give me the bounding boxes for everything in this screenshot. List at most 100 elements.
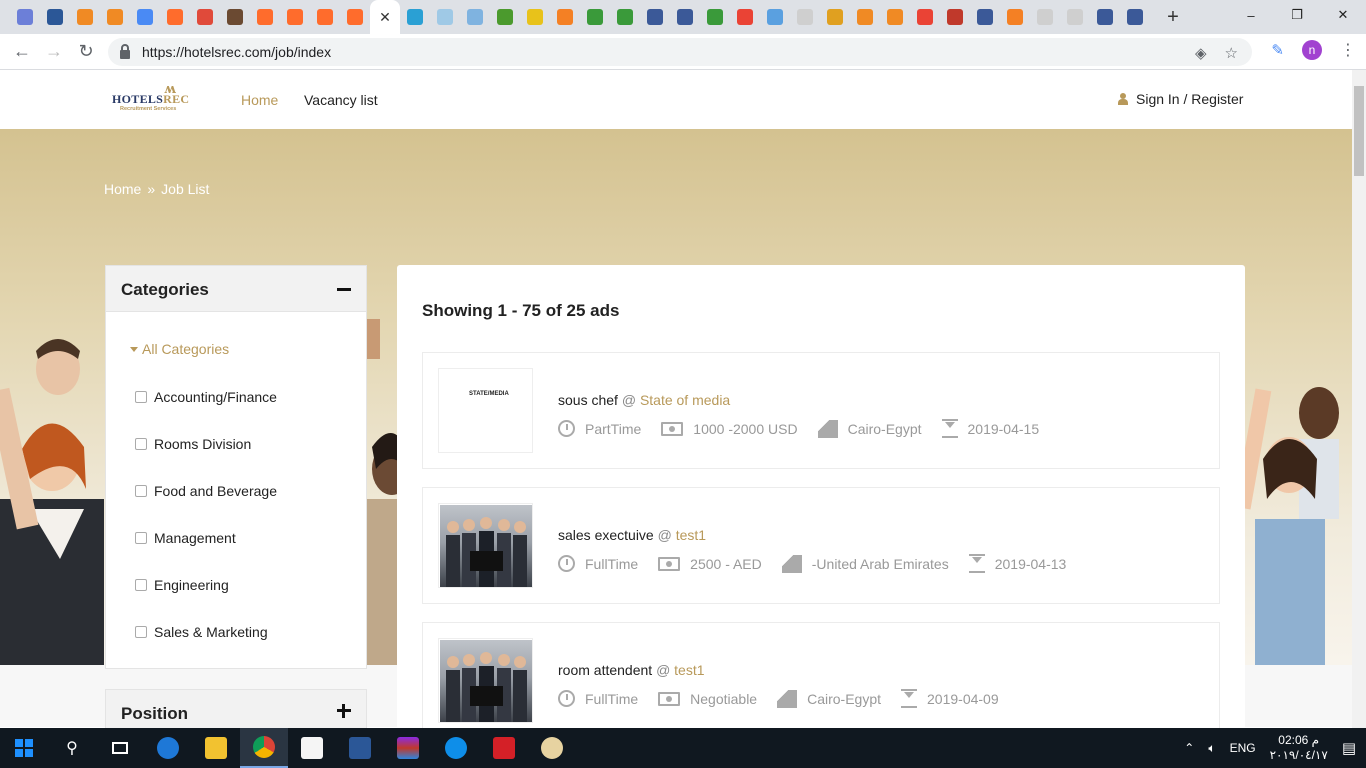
tab-stack-1[interactable] [550, 0, 580, 34]
category-rooms-division[interactable]: Rooms Division [135, 436, 251, 452]
tab-blue-doc[interactable] [460, 0, 490, 34]
job-card[interactable]: STATE/MEDIA sous chef @ State of media P… [422, 352, 1220, 469]
nav-vacancy-list[interactable]: Vacancy list [304, 92, 378, 108]
search-button[interactable]: ⚲ [48, 728, 96, 768]
category-food-beverage[interactable]: Food and Beverage [135, 483, 277, 499]
tab-doc-1[interactable] [790, 0, 820, 34]
tab-cw-1[interactable] [580, 0, 610, 34]
tab-orange-1[interactable] [70, 0, 100, 34]
menu-kebab-icon[interactable]: ⋮ [1340, 40, 1356, 60]
shield-icon[interactable]: ◈ [1195, 44, 1207, 62]
job-title[interactable]: sales exectuive [558, 527, 654, 543]
taskbar-teamviewer[interactable] [432, 728, 480, 768]
company-link[interactable]: test1 [674, 662, 704, 678]
job-title[interactable]: room attendent [558, 662, 652, 678]
tab-mail[interactable] [10, 0, 40, 34]
tab-yellow[interactable] [520, 0, 550, 34]
address-bar[interactable]: https://hotelsrec.com/job/index ◈ ☆ [108, 38, 1252, 66]
company-link[interactable]: test1 [676, 527, 706, 543]
tab-red[interactable] [190, 0, 220, 34]
tab-avatar[interactable] [220, 0, 250, 34]
language-indicator[interactable]: ENG [1230, 741, 1256, 755]
nav-home[interactable]: Home [241, 92, 278, 108]
tab-facebook-1[interactable] [640, 0, 670, 34]
category-checkbox[interactable] [135, 626, 147, 638]
site-logo[interactable]: ʍ HOTELSREC Recruitment Services [112, 82, 196, 116]
expand-plus-icon[interactable] [337, 704, 351, 718]
category-checkbox[interactable] [135, 391, 147, 403]
tab-orange-2[interactable] [100, 0, 130, 34]
tab-ob[interactable] [760, 0, 790, 34]
tab-cpanel-1[interactable] [160, 0, 190, 34]
volume-icon[interactable]: 🔈︎ [1208, 741, 1215, 756]
tab-cpanel-2[interactable] [250, 0, 280, 34]
collapse-minus-icon[interactable] [337, 288, 351, 291]
page-scrollbar[interactable] [1352, 70, 1366, 728]
tab-facebook-5[interactable] [1120, 0, 1150, 34]
tab-cw-2[interactable] [610, 0, 640, 34]
position-panel-header[interactable]: Position [105, 689, 367, 729]
tab-leaf[interactable] [490, 0, 520, 34]
chevron-up-icon[interactable]: ⌃ [1184, 741, 1194, 755]
minimize-button[interactable]: – [1228, 0, 1274, 30]
notifications-icon[interactable]: ▤ [1342, 739, 1356, 757]
back-button[interactable]: ← [6, 36, 38, 68]
tab-doc-2[interactable] [1030, 0, 1060, 34]
tab-orange-4[interactable] [880, 0, 910, 34]
tab-hat[interactable] [940, 0, 970, 34]
company-logo[interactable] [438, 503, 533, 588]
category-sales-marketing[interactable]: Sales & Marketing [135, 624, 268, 640]
taskbar-pdf[interactable] [480, 728, 528, 768]
taskbar-word[interactable] [336, 728, 384, 768]
all-categories-link[interactable]: All Categories [130, 341, 229, 357]
profile-avatar[interactable]: n [1302, 40, 1322, 60]
tab-orange-3[interactable] [850, 0, 880, 34]
restore-button[interactable]: ❐ [1274, 0, 1320, 30]
company-logo[interactable] [438, 638, 533, 723]
category-engineering[interactable]: Engineering [135, 577, 229, 593]
url-text[interactable]: https://hotelsrec.com/job/index [142, 44, 331, 60]
taskbar-paint[interactable] [528, 728, 576, 768]
category-checkbox[interactable] [135, 438, 147, 450]
job-title[interactable]: sous chef [558, 392, 618, 408]
taskbar-store[interactable] [288, 728, 336, 768]
taskbar-winrar[interactable] [384, 728, 432, 768]
tab-google-1[interactable] [730, 0, 760, 34]
start-button[interactable] [0, 728, 48, 768]
company-link[interactable]: State of media [640, 392, 730, 408]
close-icon[interactable]: ✕ [379, 9, 391, 26]
categories-header[interactable]: Categories [106, 266, 366, 312]
extension-icon[interactable]: ✎ [1271, 41, 1284, 59]
tab-doc-3[interactable] [1060, 0, 1090, 34]
forward-button[interactable]: → [38, 36, 70, 68]
breadcrumb-home[interactable]: Home [104, 181, 141, 197]
tab-word[interactable] [40, 0, 70, 34]
star-icon[interactable]: ☆ [1225, 44, 1238, 62]
taskbar-edge[interactable] [144, 728, 192, 768]
tab-translate[interactable] [130, 0, 160, 34]
tab-h[interactable] [400, 0, 430, 34]
tab-facebook-3[interactable] [970, 0, 1000, 34]
system-clock[interactable]: 02:06 م ٢٠١٩/٠٤/١٧ [1270, 733, 1328, 763]
job-card[interactable]: room attendent @ test1 FullTime Negotiab… [422, 622, 1220, 739]
tab-facebook-2[interactable] [670, 0, 700, 34]
tab-cpanel-5[interactable] [340, 0, 370, 34]
tab-active[interactable]: ✕ [370, 0, 400, 34]
category-checkbox[interactable] [135, 485, 147, 497]
tab-google-2[interactable] [910, 0, 940, 34]
tab-bird[interactable] [430, 0, 460, 34]
tab-cpanel-4[interactable] [310, 0, 340, 34]
close-window-button[interactable]: ✕ [1320, 0, 1366, 30]
tab-cpanel-3[interactable] [280, 0, 310, 34]
category-management[interactable]: Management [135, 530, 236, 546]
company-logo[interactable]: STATE/MEDIA [438, 368, 533, 453]
reload-button[interactable]: ↻ [70, 36, 102, 68]
tab-stack-2[interactable] [1000, 0, 1030, 34]
category-checkbox[interactable] [135, 532, 147, 544]
signin-link[interactable]: Sign In / Register [1118, 91, 1243, 107]
taskbar-explorer[interactable] [192, 728, 240, 768]
tab-pma[interactable] [820, 0, 850, 34]
tab-cw-3[interactable] [700, 0, 730, 34]
new-tab-button[interactable]: + [1158, 6, 1188, 29]
tab-facebook-4[interactable] [1090, 0, 1120, 34]
